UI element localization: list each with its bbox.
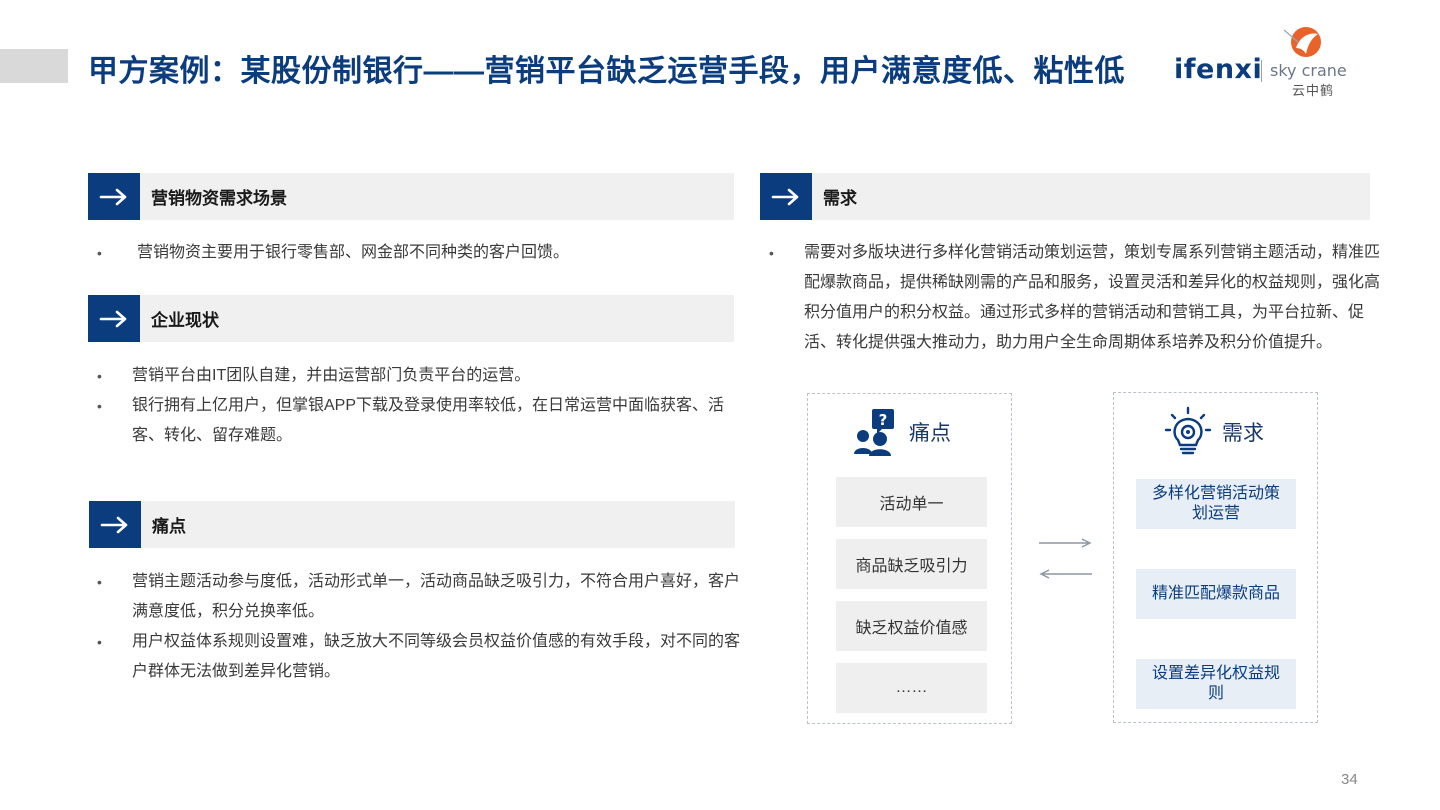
list-item: 营销物资主要用于银行零售部、网金部不同种类的客户回馈。 (88, 238, 738, 268)
pain-box-title: 痛点 (909, 422, 951, 445)
section-label: 痛点 (152, 517, 186, 536)
need-item: 多样化营销活动策划运营 (1136, 479, 1296, 529)
crane-logo-icon (1283, 27, 1321, 57)
logo: ifenxi sky crane 云中鹤 (1172, 24, 1372, 104)
section-header-scenario: 营销物资需求场景 (88, 173, 734, 220)
section-label: 需求 (823, 189, 857, 208)
status-bullets: 营销平台由IT团队自建，并由运营部门负责平台的运营。 银行拥有上亿用户，但掌银A… (88, 361, 738, 451)
pain-item: …… (836, 663, 987, 713)
need-box-header: 需求 (1164, 406, 1264, 458)
page-number: 34 (1341, 771, 1358, 788)
logo-skycrane-cn: 云中鹤 (1292, 84, 1335, 99)
pain-box-header: ? 痛点 (853, 408, 951, 456)
list-item: 营销平台由IT团队自建，并由运营部门负责平台的运营。 (88, 361, 738, 391)
list-item: 需要对多版块进行多样化营销活动策划运营，策划专属系列营销主题活动，精准匹配爆款商… (760, 238, 1384, 358)
list-item: 营销主题活动参与度低，活动形式单一，活动商品缺乏吸引力，不符合用户喜好，客户满意… (88, 567, 740, 627)
logo-ifenxi: ifenxi (1174, 54, 1263, 85)
list-item: 用户权益体系规则设置难，缺乏放大不同等级会员权益价值感的有效手段，对不同的客户群… (88, 627, 740, 687)
page-title: 甲方案例：某股份制银行——营销平台缺乏运营手段，用户满意度低、粘性低 (88, 55, 1125, 88)
pain-item: 活动单一 (836, 477, 987, 527)
pain-item: 商品缺乏吸引力 (836, 539, 987, 589)
scenario-bullets: 营销物资主要用于银行零售部、网金部不同种类的客户回馈。 (88, 238, 738, 268)
section-header-status: 企业现状 (88, 295, 734, 342)
section-header-need: 需求 (760, 173, 1370, 220)
lightbulb-gear-icon (1164, 406, 1212, 455)
pain-item: 缺乏权益价值感 (836, 601, 987, 651)
pain-bullets: 营销主题活动参与度低，活动形式单一，活动商品缺乏吸引力，不符合用户喜好，客户满意… (88, 567, 740, 687)
section-label: 营销物资需求场景 (151, 189, 287, 208)
logo-skycrane: sky crane (1270, 61, 1347, 80)
need-item: 设置差异化权益规则 (1136, 659, 1296, 709)
svg-text:?: ? (879, 411, 888, 429)
need-item: 精准匹配爆款商品 (1136, 569, 1296, 619)
logo-divider (1261, 60, 1262, 82)
need-bullets: 需要对多版块进行多样化营销活动策划运营，策划专属系列营销主题活动，精准匹配爆款商… (760, 238, 1384, 358)
arrow-right-icon (88, 173, 140, 220)
list-item: 银行拥有上亿用户，但掌银APP下载及登录使用率较低，在日常运营中面临获客、活客、… (88, 391, 738, 451)
swap-arrows-icon (1039, 538, 1092, 579)
section-label: 企业现状 (151, 311, 219, 330)
need-box-title: 需求 (1222, 422, 1264, 445)
people-question-icon: ? (854, 409, 894, 456)
arrow-right-icon (88, 295, 140, 342)
arrow-right-icon (760, 173, 812, 220)
title-accent-bar (0, 49, 68, 83)
arrow-right-icon (89, 501, 141, 548)
section-header-pain: 痛点 (89, 501, 735, 548)
